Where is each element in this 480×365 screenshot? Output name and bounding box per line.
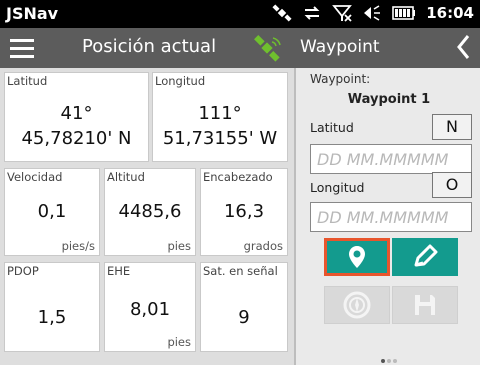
latitude-minutes: 45,78210' N xyxy=(21,128,132,149)
app-window: JSNav 16:04 Posición actual Latitud 41° … xyxy=(0,0,480,365)
compass-button[interactable] xyxy=(324,286,390,324)
pdop-value: 1,5 xyxy=(37,307,67,328)
chevron-left-icon[interactable] xyxy=(456,34,470,60)
altitude-label: Altitud xyxy=(107,170,145,184)
altitude-unit: pies xyxy=(167,239,191,253)
waypoint-label: Waypoint: xyxy=(310,72,371,86)
menu-icon[interactable] xyxy=(10,39,34,58)
edit-waypoint-button[interactable] xyxy=(392,238,458,276)
longitude-tile: Longitud 111° 51,73155' W xyxy=(152,72,288,162)
speed-tile: Velocidad 0,1 pies/s xyxy=(4,168,100,256)
waypoint-latitude-label: Latitud xyxy=(310,120,354,135)
app-name: JSNav xyxy=(6,4,59,23)
no-signal-icon xyxy=(332,5,353,22)
waypoint-name: Waypoint 1 xyxy=(347,92,431,107)
ehe-tile: EHE 8,01 pies xyxy=(104,262,196,352)
latitude-label: Latitud xyxy=(7,74,48,88)
pencil-icon xyxy=(414,244,438,267)
clock: 16:04 xyxy=(426,4,474,22)
speed-value: 0,1 xyxy=(37,201,67,222)
ehe-value: 8,01 xyxy=(129,299,171,320)
use-current-position-button[interactable] xyxy=(324,238,390,276)
heading-value: 16,3 xyxy=(223,201,265,222)
latitude-input[interactable] xyxy=(310,144,472,174)
heading-tile: Encabezado 16,3 grados xyxy=(200,168,288,256)
longitude-label: Longitud xyxy=(155,74,206,88)
ehe-label: EHE xyxy=(107,264,131,278)
heading-label: Encabezado xyxy=(203,170,273,184)
page-title: Posición actual xyxy=(82,36,217,57)
status-bar: JSNav 16:04 xyxy=(0,0,480,28)
pdop-label: PDOP xyxy=(7,264,39,278)
status-icons: 16:04 xyxy=(272,4,474,22)
latitude-hemisphere-button[interactable]: N xyxy=(432,114,472,140)
page-indicator xyxy=(381,359,397,363)
volume-icon xyxy=(364,5,381,21)
satellite-icon xyxy=(272,4,292,22)
satellite-status-icon[interactable] xyxy=(252,34,282,62)
waypoint-header: Waypoint xyxy=(294,28,480,68)
speed-label: Velocidad xyxy=(7,170,63,184)
satellites-tile: Sat. en señal 9 xyxy=(200,262,288,352)
satellites-label: Sat. en señal xyxy=(203,264,278,278)
longitude-hemisphere-button[interactable]: O xyxy=(432,172,472,198)
map-pin-icon xyxy=(349,246,365,268)
battery-icon xyxy=(392,6,416,20)
longitude-minutes: 51,73155' W xyxy=(162,128,278,149)
save-icon xyxy=(415,295,435,315)
latitude-degrees: 41° xyxy=(60,103,93,124)
pdop-tile: PDOP 1,5 xyxy=(4,262,100,352)
position-header: Posición actual xyxy=(0,28,294,68)
sync-icon xyxy=(304,6,320,20)
waypoint-panel-title: Waypoint xyxy=(300,37,380,57)
compass-icon xyxy=(343,291,371,319)
longitude-input[interactable] xyxy=(310,202,472,232)
speed-unit: pies/s xyxy=(61,239,95,253)
satellites-value: 9 xyxy=(238,307,250,328)
waypoint-panel: Waypoint: Waypoint 1 Latitud N Longitud … xyxy=(294,68,480,365)
latitude-tile: Latitud 41° 45,78210' N xyxy=(4,72,149,162)
heading-unit: grados xyxy=(243,239,283,253)
altitude-tile: Altitud 4485,6 pies xyxy=(104,168,196,256)
altitude-value: 4485,6 xyxy=(118,201,182,222)
save-waypoint-button[interactable] xyxy=(392,286,458,324)
ehe-unit: pies xyxy=(167,335,191,349)
longitude-degrees: 111° xyxy=(198,103,242,124)
waypoint-longitude-label: Longitud xyxy=(310,180,365,195)
position-readouts: Latitud 41° 45,78210' N Longitud 111° 51… xyxy=(0,68,294,365)
